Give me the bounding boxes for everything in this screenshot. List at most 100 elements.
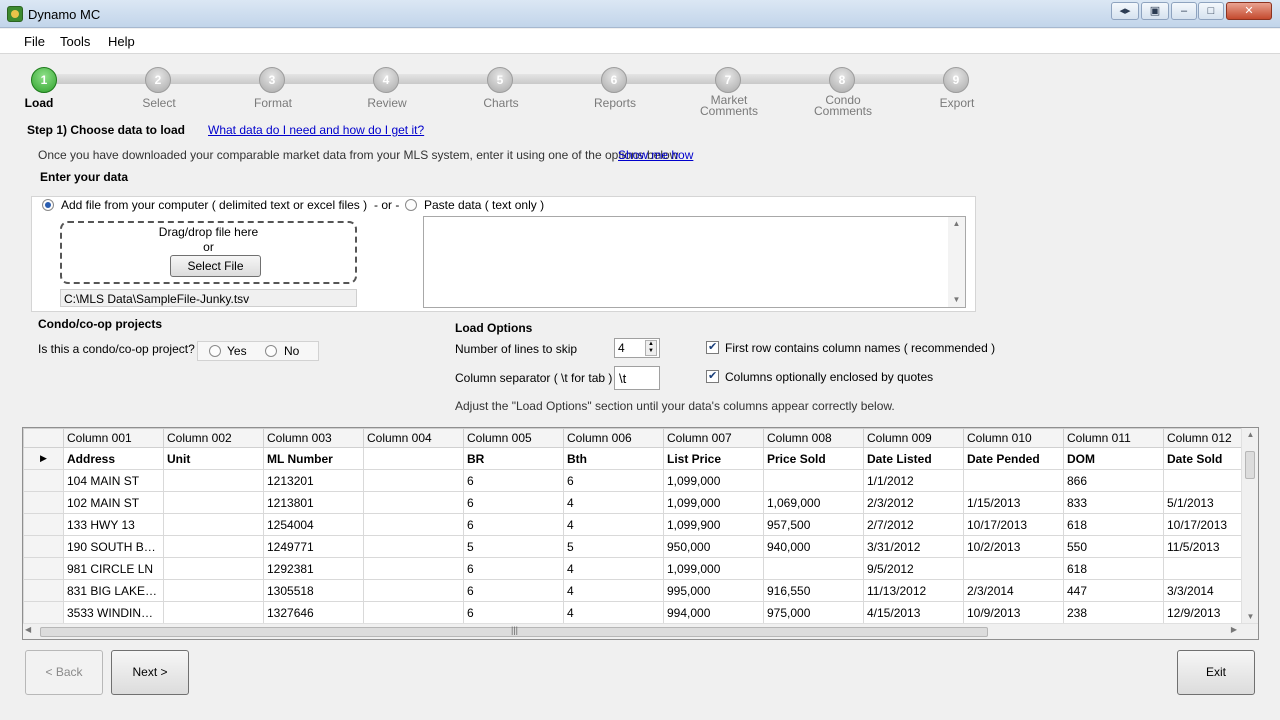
table-cell[interactable]: 10/9/2013	[963, 601, 1064, 624]
table-cell[interactable]: 104 MAIN ST	[63, 469, 164, 492]
column-header[interactable]: Column 004	[363, 428, 464, 448]
column-header[interactable]: Column 003	[263, 428, 364, 448]
table-cell[interactable]: 994,000	[663, 601, 764, 624]
step-4-label[interactable]: Review	[337, 97, 437, 109]
table-cell[interactable]: 1213801	[263, 491, 364, 514]
table-cell[interactable]: Bth	[563, 447, 664, 470]
skip-lines-value[interactable]: 4	[618, 341, 625, 355]
paste-data-radio[interactable]	[405, 199, 417, 211]
menu-help[interactable]: Help	[108, 34, 135, 49]
step-3-label[interactable]: Format	[223, 97, 323, 109]
help-link[interactable]: What data do I need and how do I get it?	[208, 123, 424, 137]
row-header[interactable]	[23, 535, 64, 558]
table-cell[interactable]	[963, 557, 1064, 580]
table-cell[interactable]: Date Pended	[963, 447, 1064, 470]
grid-horizontal-thumb[interactable]: |||	[40, 625, 988, 637]
table-cell[interactable]	[363, 557, 464, 580]
spinner-arrows-icon[interactable]: ▲ ▼	[645, 340, 657, 356]
row-header[interactable]	[23, 491, 64, 514]
table-row[interactable]: 190 SOUTH BAY... 1249771 5 5 950,000 940,000 3…	[23, 535, 1258, 558]
table-cell[interactable]: 1,099,000	[663, 491, 764, 514]
table-cell[interactable]: 550	[1063, 535, 1164, 558]
table-cell[interactable]: 238	[1063, 601, 1164, 624]
table-cell[interactable]: 6	[463, 491, 564, 514]
table-cell[interactable]	[763, 557, 864, 580]
column-header[interactable]: Column 005	[463, 428, 564, 448]
step-8-circle[interactable]: 8	[829, 67, 855, 93]
nav-arrows-button[interactable]: ◂▸	[1111, 2, 1139, 20]
step-1-label[interactable]: Load	[0, 97, 89, 109]
table-cell[interactable]: 1292381	[263, 557, 364, 580]
scroll-up-icon[interactable]: ▲	[948, 217, 965, 231]
table-cell[interactable]: 6	[463, 579, 564, 602]
table-cell[interactable]	[363, 513, 464, 536]
scroll-down-icon[interactable]: ▼	[948, 293, 965, 307]
column-header[interactable]: Column 010	[963, 428, 1064, 448]
table-cell[interactable]	[163, 469, 264, 492]
table-cell[interactable]	[363, 601, 464, 624]
step-6-circle[interactable]: 6	[601, 67, 627, 93]
window-tool-button[interactable]: ▣	[1141, 2, 1169, 20]
table-cell[interactable]	[163, 513, 264, 536]
table-cell[interactable]: 6	[463, 513, 564, 536]
menu-file[interactable]: File	[24, 34, 45, 49]
step-4-circle[interactable]: 4	[373, 67, 399, 93]
table-cell[interactable]: 2/7/2012	[863, 513, 964, 536]
table-cell[interactable]: 133 HWY 13	[63, 513, 164, 536]
table-cell[interactable]: 4	[563, 579, 664, 602]
table-cell[interactable]: 1327646	[263, 601, 364, 624]
row-pointer-icon[interactable]: ▶	[23, 447, 64, 470]
table-cell[interactable]: Address	[63, 447, 164, 470]
table-cell[interactable]: 1,069,000	[763, 491, 864, 514]
table-cell[interactable]: 916,550	[763, 579, 864, 602]
step-9-circle[interactable]: 9	[943, 67, 969, 93]
table-cell[interactable]: List Price	[663, 447, 764, 470]
table-row[interactable]: 831 BIG LAKE DR 1305518 6 4 995,000 916,550 11…	[23, 579, 1258, 602]
step-9-label[interactable]: Export	[907, 97, 1007, 109]
table-cell[interactable]	[363, 447, 464, 470]
step-1-circle[interactable]: 1	[31, 67, 57, 93]
table-cell[interactable]: 10/17/2013	[963, 513, 1064, 536]
table-cell[interactable]: 950,000	[663, 535, 764, 558]
table-cell[interactable]: 4	[563, 491, 664, 514]
grid-scroll-right-icon[interactable]: ▶	[1231, 625, 1237, 634]
grid-scroll-up-icon[interactable]: ▲	[1242, 428, 1258, 442]
grid-vertical-scrollbar[interactable]: ▲ ▼	[1241, 428, 1258, 624]
exit-button[interactable]: Exit	[1177, 650, 1255, 695]
table-cell[interactable]: 866	[1063, 469, 1164, 492]
table-cell[interactable]	[363, 469, 464, 492]
grid-scroll-down-icon[interactable]: ▼	[1242, 610, 1258, 624]
table-row[interactable]: 104 MAIN ST 1213201 6 6 1,099,000 1/1/2012 866	[23, 469, 1258, 492]
step-2-label[interactable]: Select	[109, 97, 209, 109]
row-header[interactable]	[23, 513, 64, 536]
next-button[interactable]: Next >	[111, 650, 189, 695]
table-cell[interactable]: 940,000	[763, 535, 864, 558]
table-cell[interactable]: 1,099,000	[663, 557, 764, 580]
quotes-checkbox[interactable]	[706, 369, 719, 383]
step-7-circle[interactable]: 7	[715, 67, 741, 93]
table-cell[interactable]: Date Listed	[863, 447, 964, 470]
grid-vertical-thumb[interactable]	[1245, 451, 1255, 479]
paste-data-textarea[interactable]: ▲ ▼	[423, 216, 966, 308]
step-6-label[interactable]: Reports	[565, 97, 665, 109]
table-row[interactable]: 102 MAIN ST 1213801 6 4 1,099,000 1,069,000 2/…	[23, 491, 1258, 514]
step-2-circle[interactable]: 2	[145, 67, 171, 93]
row-header[interactable]	[23, 601, 64, 624]
step-5-label[interactable]: Charts	[451, 97, 551, 109]
column-header[interactable]: Column 009	[863, 428, 964, 448]
column-header[interactable]: Column 002	[163, 428, 264, 448]
table-cell[interactable]: 4	[563, 513, 664, 536]
table-cell[interactable]: 957,500	[763, 513, 864, 536]
step-3-circle[interactable]: 3	[259, 67, 285, 93]
step-7-label[interactable]: Market Comments	[679, 94, 779, 117]
table-cell[interactable]: 1213201	[263, 469, 364, 492]
column-header[interactable]: Column 001	[63, 428, 164, 448]
table-cell[interactable]: 981 CIRCLE LN	[63, 557, 164, 580]
back-button[interactable]: < Back	[25, 650, 103, 695]
table-cell[interactable]: Unit	[163, 447, 264, 470]
table-cell[interactable]: 1249771	[263, 535, 364, 558]
paste-scrollbar[interactable]: ▲ ▼	[948, 217, 965, 307]
table-cell[interactable]: 618	[1063, 557, 1164, 580]
table-cell[interactable]	[163, 557, 264, 580]
column-header[interactable]: Column 006	[563, 428, 664, 448]
